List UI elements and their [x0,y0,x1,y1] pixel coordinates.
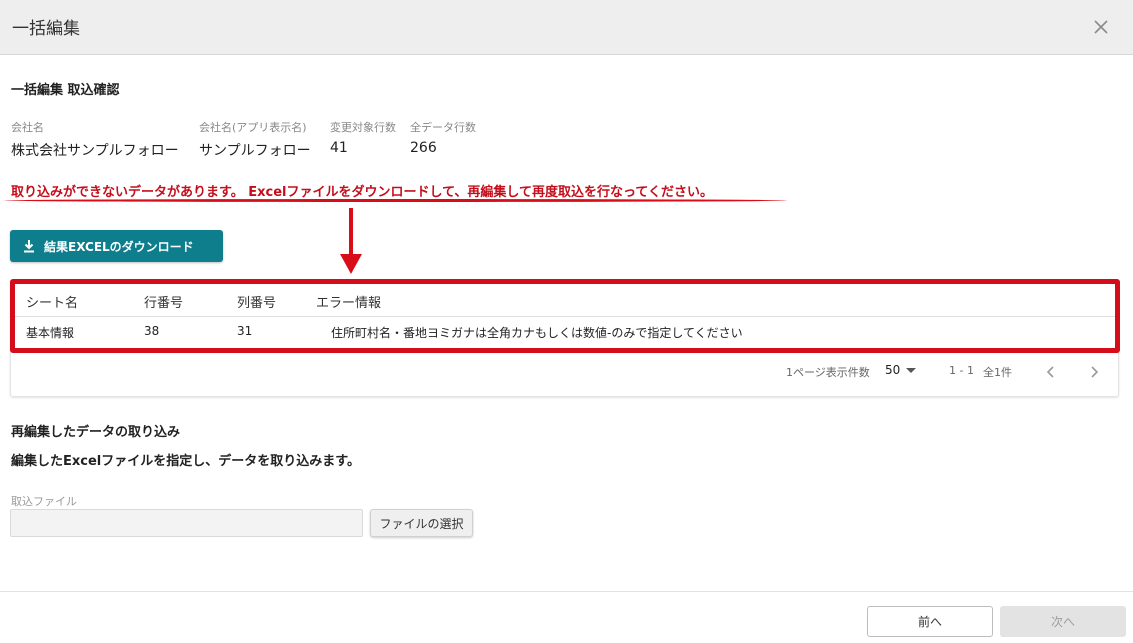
info-total-rows-value: 266 [410,140,437,156]
file-path-input[interactable] [10,509,363,537]
annotation-arrow-icon [340,208,362,274]
pagination-total: 全1件 [983,366,1012,379]
pagination-range: 1 - 1 [949,364,974,377]
close-icon [1094,20,1108,34]
previous-button[interactable]: 前へ [867,606,993,637]
annotation-table-highlight [10,279,1120,353]
reupload-description: 編集したExcelファイルを指定し、データを取り込みます。 [11,454,360,469]
info-company-value: 株式会社サンプルフォロー [11,143,179,159]
dialog-header: 一括編集 [0,0,1133,55]
annotation-underline [4,199,787,202]
info-total-rows: 全データ行数 266 [410,120,476,156]
next-button[interactable]: 次へ [1000,606,1126,637]
error-message: 取り込みができないデータがあります。 Excelファイルをダウンロードして、再編… [11,185,714,200]
download-icon [24,240,34,253]
download-result-excel-button[interactable]: 結果EXCELのダウンロード [10,230,223,262]
info-changed-rows-value: 41 [330,140,348,156]
reupload-title: 再編集したデータの取り込み [11,425,181,440]
previous-page-button[interactable] [1043,364,1059,380]
chevron-left-icon [1046,366,1054,378]
info-app-name-value: サンプルフォロー [199,143,311,159]
info-company-label: 会社名 [11,121,44,134]
info-company: 会社名 株式会社サンプルフォロー [11,120,179,160]
close-button[interactable] [1087,13,1115,41]
download-button-label: 結果EXCELのダウンロード [44,239,194,254]
section-title: 一括編集 取込確認 [11,83,120,98]
info-changed-rows: 変更対象行数 41 [330,120,396,156]
footer-divider [0,591,1133,592]
info-app-name-label: 会社名(アプリ表示名) [199,121,307,134]
info-changed-rows-label: 変更対象行数 [330,121,396,134]
next-page-button[interactable] [1086,364,1102,380]
dialog-title: 一括編集 [12,19,80,39]
rows-per-page-select[interactable]: 50 [885,363,917,377]
file-input-label: 取込ファイル [11,495,77,508]
rows-per-page-label: 1ページ表示件数 [786,366,870,379]
rows-per-page-value: 50 [885,363,901,377]
select-file-button[interactable]: ファイルの選択 [370,509,473,537]
caret-down-icon [906,368,917,373]
info-total-rows-label: 全データ行数 [410,121,476,134]
info-app-name: 会社名(アプリ表示名) サンプルフォロー [199,120,311,160]
chevron-right-icon [1091,366,1099,378]
